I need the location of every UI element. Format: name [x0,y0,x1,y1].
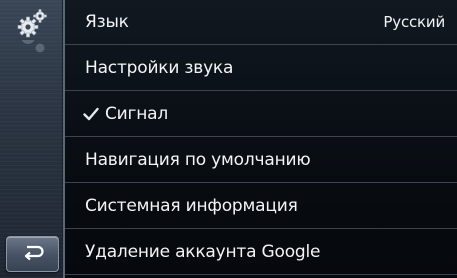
back-arrow-icon [21,243,45,265]
settings-item-sound[interactable]: Настройки звука [65,46,457,91]
settings-item-label: Системная информация [85,196,298,216]
language-value: Русский [383,13,445,31]
settings-item-label: Язык [85,12,129,32]
settings-item-default-navigation[interactable]: Навигация по умолчанию [65,138,457,183]
settings-item-label: Навигация по умолчанию [85,150,311,170]
settings-item-label: Удаление аккаунта Google [85,242,321,262]
settings-item-system-info[interactable]: Системная информация [65,184,457,229]
settings-item-signal[interactable]: Сигнал [65,92,457,137]
checkmark-icon[interactable] [83,106,99,122]
settings-item-language[interactable]: Язык Русский [65,0,457,45]
settings-item-label: Сигнал [105,104,169,124]
settings-gears-icon [16,8,48,40]
settings-item-delete-google-account[interactable]: Удаление аккаунта Google [65,230,457,275]
sidebar [0,0,65,278]
settings-screen: Язык Русский Настройки звука Сигнал Нави… [0,0,457,278]
settings-icon-reflection [16,40,48,56]
settings-list: Язык Русский Настройки звука Сигнал Нави… [65,0,457,278]
back-button[interactable] [6,236,59,272]
settings-item-label: Настройки звука [85,58,234,78]
